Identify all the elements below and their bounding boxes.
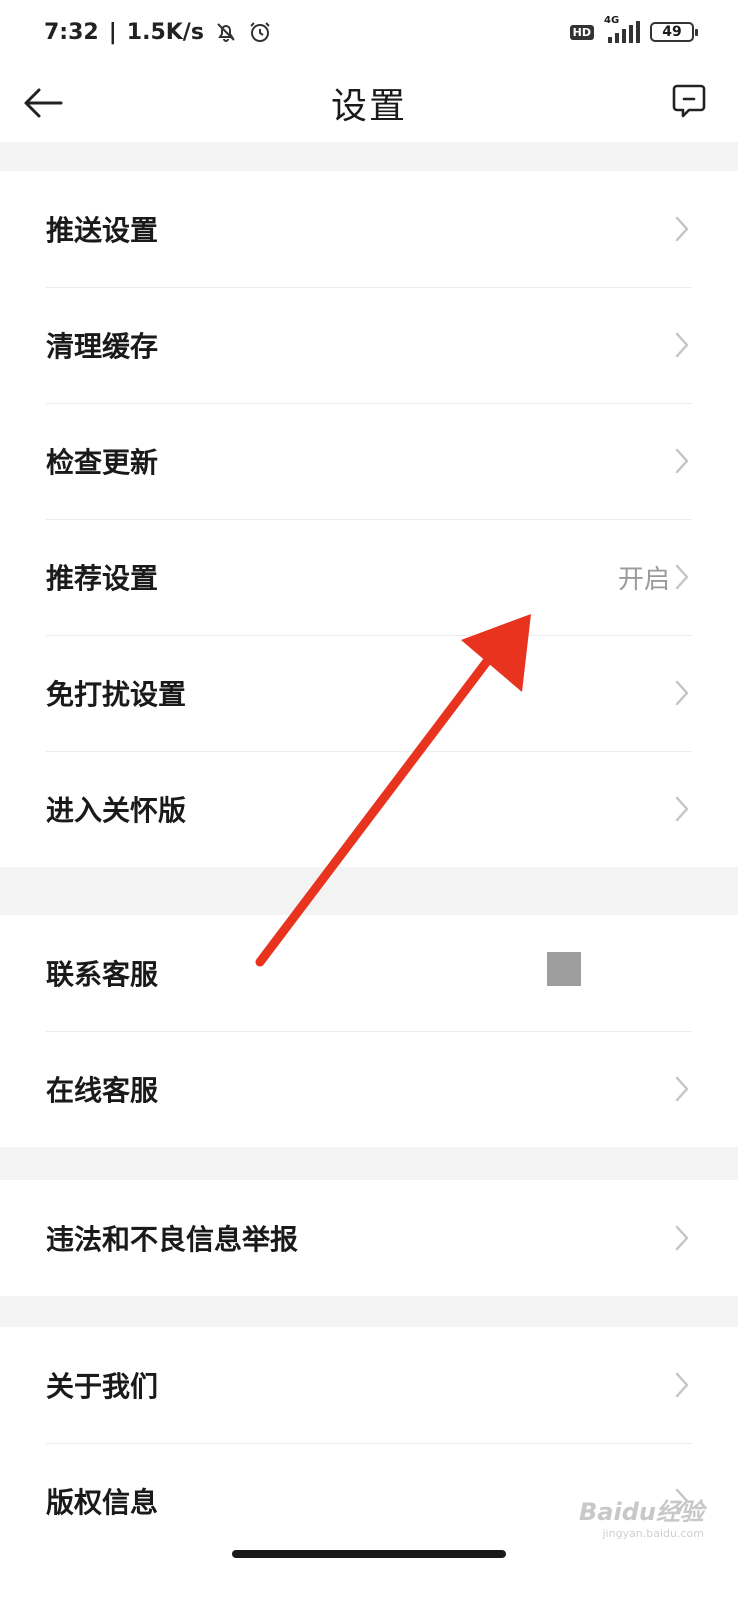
watermark-brand: Baidu经验 [579,1498,704,1526]
status-left: 7:32 | 1.5K/s [44,20,272,45]
watermark: Baidu经验 jingyan.baidu.com [579,1492,704,1540]
arrow-left-icon [24,88,63,118]
list-item-label: 免打扰设置 [46,678,187,711]
settings-group-report: 违法和不良信息举报 [0,1180,738,1296]
message-button[interactable] [666,78,712,124]
list-item-online-service[interactable]: 在线客服 [0,1031,738,1147]
bell-off-icon [214,20,238,44]
redaction-block [547,952,581,986]
battery-icon: 49 [650,22,698,42]
list-item-label: 进入关怀版 [46,794,187,827]
status-right: HD 4G 49 [569,15,698,43]
settings-group-general: 推送设置 清理缓存 检查更新 推荐设置 开启 免打扰设置 进入关怀版 [0,171,738,867]
chevron-right-icon [675,216,689,242]
watermark-url: jingyan.baidu.com [602,1527,704,1540]
list-item-contact-service[interactable]: 联系客服 [0,915,738,1031]
chevron-right-icon [675,1372,689,1398]
settings-group-about: 关于我们 版权信息 [0,1327,738,1600]
list-item-care-mode[interactable]: 进入关怀版 [0,751,738,867]
settings-group-support: 联系客服 在线客服 [0,915,738,1147]
chevron-right-icon [675,680,689,706]
list-item-recommend-settings[interactable]: 推荐设置 开启 [0,519,738,635]
status-bar: 7:32 | 1.5K/s HD 4G 49 [0,0,738,64]
hd-badge: HD [569,24,594,40]
back-button[interactable] [20,80,66,126]
list-item-label: 推送设置 [46,214,159,247]
home-indicator[interactable] [232,1550,506,1558]
status-speed: 1.5K/s [126,19,204,45]
list-item-push-settings[interactable]: 推送设置 [0,171,738,287]
list-item-label: 清理缓存 [46,330,159,363]
signal-icon: 4G [604,15,640,43]
list-item-label: 关于我们 [46,1370,159,1403]
list-item-value: 开启 [617,564,670,595]
list-item-label: 版权信息 [46,1486,159,1519]
battery-level: 49 [662,24,682,40]
alarm-icon [248,20,272,44]
list-item-label: 推荐设置 [46,562,159,595]
chevron-right-icon [675,1076,689,1102]
list-item-label: 联系客服 [46,958,159,991]
list-item-check-update[interactable]: 检查更新 [0,403,738,519]
status-divider: | [108,19,117,45]
network-type: 4G [604,15,620,26]
chevron-right-icon [675,332,689,358]
list-item-clear-cache[interactable]: 清理缓存 [0,287,738,403]
page-title: 设置 [330,86,407,127]
list-item-report-illegal-info[interactable]: 违法和不良信息举报 [0,1180,738,1296]
list-item-label: 在线客服 [46,1074,159,1107]
chevron-right-icon [675,448,689,474]
chevron-right-icon [675,1225,689,1251]
list-item-label: 检查更新 [46,446,159,479]
list-item-do-not-disturb[interactable]: 免打扰设置 [0,635,738,751]
chevron-right-icon [675,796,689,822]
status-time: 7:32 [44,19,99,45]
list-item-about-us[interactable]: 关于我们 [0,1327,738,1443]
list-item-label: 违法和不良信息举报 [46,1223,299,1256]
header: 设置 [0,64,738,142]
message-square-icon [672,84,706,118]
chevron-right-icon [675,564,689,590]
